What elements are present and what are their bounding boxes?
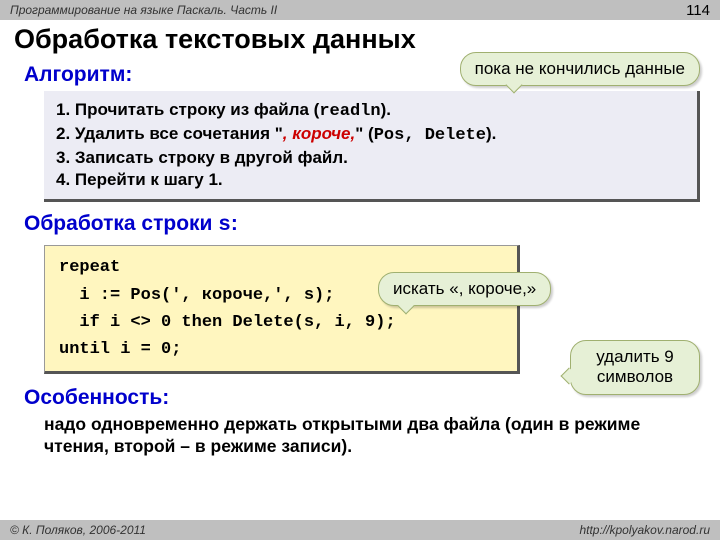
page-number: 114 xyxy=(686,2,710,19)
section-processing: Обработка строки s: xyxy=(0,212,720,241)
algorithm-box: 1. Прочитать строку из файла (readln). 2… xyxy=(44,91,700,202)
algo-step-1: 1. Прочитать строку из файла (readln). xyxy=(56,99,685,123)
algo-step-3: 3. Записать строку в другой файл. xyxy=(56,147,685,169)
code-block: repeat i := Pos(', короче,', s); if i <>… xyxy=(44,245,520,374)
slide-header: Программирование на языке Паскаль. Часть… xyxy=(0,0,720,20)
copyright: © К. Поляков, 2006-2011 xyxy=(10,523,146,537)
feature-text: надо одновременно держать открытыми два … xyxy=(0,414,720,458)
callout-while-data: пока не кончились данные xyxy=(460,52,700,86)
footer-url: http://kpolyakov.narod.ru xyxy=(579,523,710,537)
algo-step-2: 2. Удалить все сочетания ", короче," (Po… xyxy=(56,123,685,147)
callout-delete: удалить 9 символов xyxy=(570,340,700,395)
slide-footer: © К. Поляков, 2006-2011 http://kpolyakov… xyxy=(0,520,720,540)
course-title: Программирование на языке Паскаль. Часть… xyxy=(10,3,277,17)
algo-step-4: 4. Перейти к шагу 1. xyxy=(56,169,685,191)
